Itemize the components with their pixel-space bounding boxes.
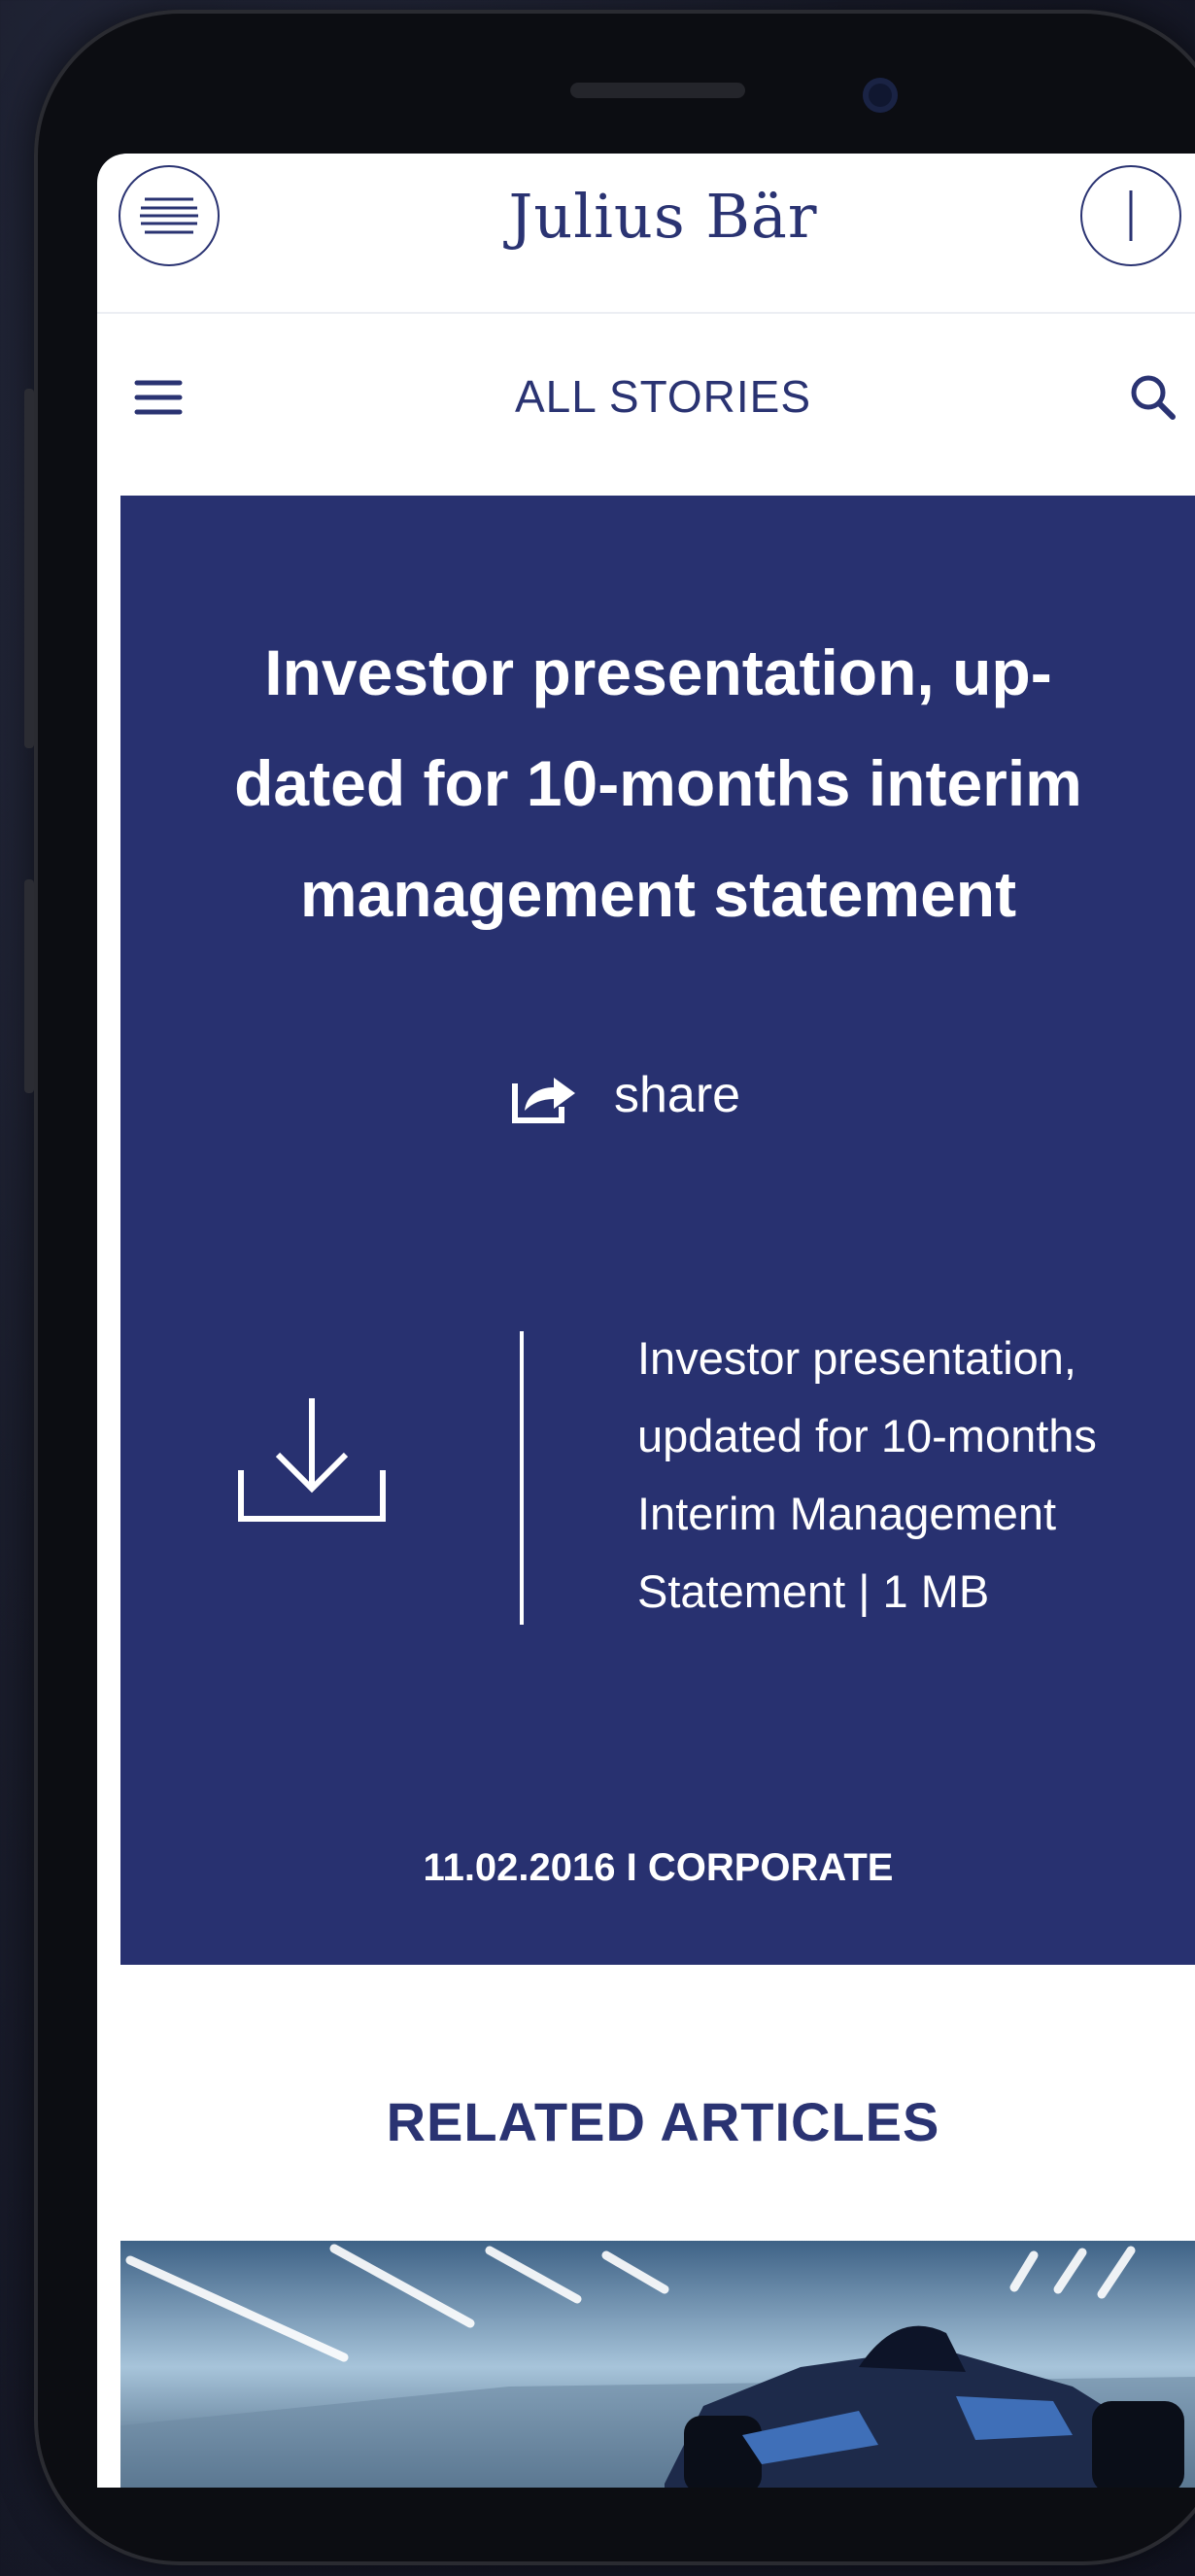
bixby-button: [24, 879, 34, 1093]
download-link[interactable]: Investor presentation, updated for 10-mo…: [637, 1320, 1181, 1631]
info-button[interactable]: [1080, 165, 1181, 266]
share-button[interactable]: share: [509, 1064, 740, 1126]
info-icon: [1129, 190, 1133, 241]
article-title: Investor presentation, up- dated for 10-…: [159, 617, 1157, 949]
article-meta: 11.02.2016 I CORPORATE: [423, 1846, 894, 1889]
download-divider: [520, 1331, 524, 1625]
race-car-image: [120, 2241, 1195, 2488]
nav-title[interactable]: ALL STORIES: [97, 370, 1195, 423]
article-card: Investor presentation, up- dated for 10-…: [120, 496, 1195, 1965]
volume-button: [24, 389, 34, 748]
download-desc-line: updated for 10-months: [637, 1410, 1097, 1461]
top-bar: Julius Bär: [97, 154, 1195, 314]
front-camera: [863, 78, 898, 113]
download-desc-line: Statement | 1 MB: [637, 1565, 990, 1617]
related-article-image[interactable]: [120, 2241, 1195, 2488]
brand-logo: Julius Bär: [508, 181, 818, 252]
section-nav: ALL STORIES: [97, 312, 1195, 487]
download-desc-line: Interim Management: [637, 1488, 1057, 1539]
phone-frame: Julius Bär ALL STORIES Investor presenta…: [24, 10, 1195, 2565]
article-title-line: dated for 10-months interim: [234, 747, 1082, 819]
app-screen: Julius Bär ALL STORIES Investor presenta…: [97, 154, 1195, 2488]
search-icon: [1131, 375, 1176, 420]
download-icon: [238, 1398, 386, 1522]
article-title-line: Investor presentation, up-: [264, 636, 1052, 708]
download-button[interactable]: [237, 1394, 387, 1529]
download-desc-line: Investor presentation,: [637, 1332, 1076, 1384]
share-icon: [512, 1078, 575, 1123]
share-label: share: [614, 1067, 741, 1123]
search-button[interactable]: [1129, 373, 1178, 427]
related-articles-heading: RELATED ARTICLES: [386, 2091, 940, 2152]
article-title-line: management statement: [299, 858, 1017, 930]
earpiece-speaker: [570, 83, 745, 98]
